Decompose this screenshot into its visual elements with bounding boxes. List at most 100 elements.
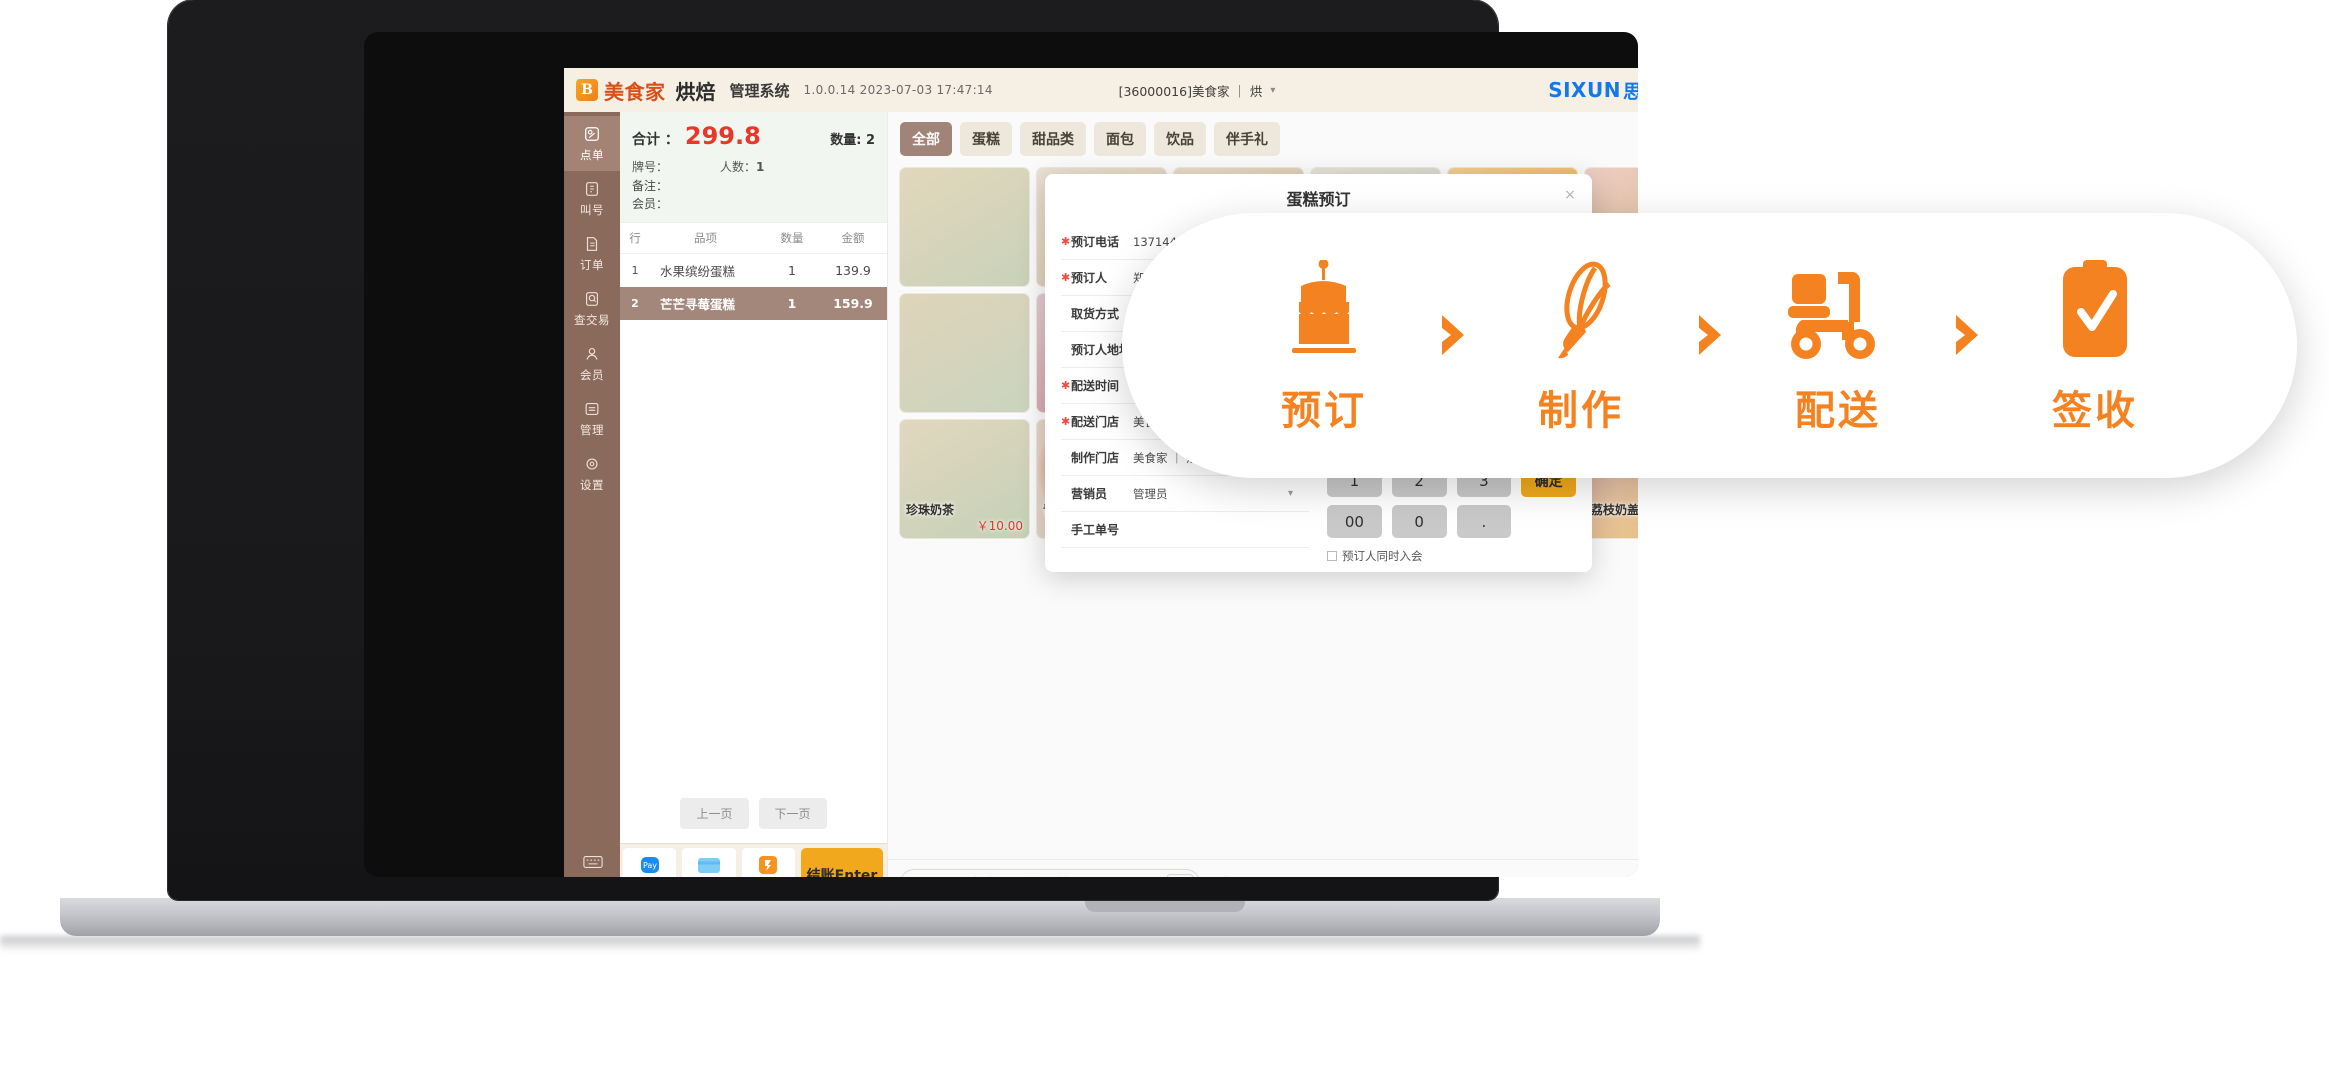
field-label: 手工单号 [1071,523,1120,537]
sidebar-item-member[interactable]: 会员 [564,336,620,391]
keyboard-icon [583,855,603,873]
order-flow-banner: 预订 制作 配送 签收 [1122,213,2297,478]
flow-step-deliver: 配送 [1736,256,1941,436]
whisk-icon [1533,256,1629,364]
field-label: 配送时间 [1071,379,1120,393]
card-no-label: 牌号： [632,160,669,174]
chevron-right-icon [1941,312,1993,380]
sixun-pay-icon: Pay [638,856,662,874]
key-double-zero[interactable]: 00 [1327,505,1382,538]
column-amount: 金额 [841,230,865,245]
laptop-shadow [0,936,1700,952]
prev-page-button[interactable]: 上一页 [680,798,749,829]
stored-value-card-icon [697,856,721,874]
settings-gear-icon [583,455,601,473]
column-index: 行 [629,230,641,245]
checkout-button[interactable]: 结账Enter [800,848,883,877]
row-amount: 159.9 [833,295,873,311]
modal-title: 蛋糕预订 [1286,190,1351,209]
sidebar-item-orders[interactable]: 订单 [564,226,620,281]
required-marker: ✱ [1061,235,1071,248]
flow-step-label: 签收 [2052,387,2138,434]
sidebar-item-search-transaction[interactable]: 查交易 [564,281,620,336]
orders-icon [583,235,601,253]
required-marker: ✱ [1061,415,1071,428]
table-row[interactable]: 2 芒芒寻莓蛋糕 1 159.9 [620,286,887,320]
next-page-button[interactable]: 下一页 [758,798,827,829]
row-index: 1 [631,263,639,277]
field-value: 管理员 [1133,486,1168,501]
store-selector[interactable]: [36000016]美食家 ｜ 烘 ▾ [1119,81,1276,100]
row-index: 2 [631,296,639,310]
member-icon [583,345,601,363]
brand-name: 美食家 [604,79,666,104]
chevron-right-icon [1684,312,1736,380]
order-total-value: 299.8 [684,122,761,150]
sidebar-item-label: 叫号 [580,203,604,217]
field-label: 预订电话 [1071,235,1120,249]
flow-step-reserve: 预订 [1222,256,1427,436]
signed-clipboard-icon [2053,256,2137,364]
required-marker: ✱ [1061,271,1071,284]
table-row[interactable]: 1 水果缤纷蛋糕 1 139.9 [620,254,887,287]
row-item-name: 芒芒寻莓蛋糕 [660,296,736,312]
laptop-notch [1084,900,1245,912]
app-logo-icon: B [576,79,598,101]
key-dot[interactable]: . [1456,505,1512,538]
flow-step-label: 预订 [1281,387,1367,434]
people-count: 人数：1 [720,160,765,174]
row-item-name: 水果缤纷蛋糕 [660,263,736,279]
column-qty: 数量 [780,230,804,245]
order-total-row: 合计 ： 299.8 数量: 2 [632,122,875,150]
payment-bar: Pay 思迅Pay 储值卡 [620,843,887,877]
remark-label: 备注： [632,178,669,193]
row-amount: 139.9 [835,262,871,278]
vendor-logo-en: SIXUN [1548,78,1621,102]
sidebar-item-settings[interactable]: 设置 [564,446,620,501]
brand-block: B 美食家 烘焙 管理系统 1.0.0.14 2023-07-03 17:47:… [576,76,993,105]
sidebar-item-order-entry[interactable]: 点单 [564,116,620,171]
sidebar-item-label: 查交易 [574,313,610,327]
left-sidebar: 点单 叫号 订单 查交易 会员 管理 设置 [564,112,620,877]
row-qty: 1 [788,262,796,278]
sidebar-item-management[interactable]: 管理 [564,391,620,446]
payment-stored-value-card[interactable]: 储值卡 [682,848,736,877]
sidebar-item-call-number[interactable]: 叫号 [564,171,620,226]
payment-sixun-pay[interactable]: Pay 思迅Pay [623,848,677,877]
sidebar-item-label: 会员 [580,368,604,382]
system-name: 管理系统 [729,81,790,100]
chevron-down-icon: ▾ [1287,488,1293,499]
checkbox-label: 预订人同时入会 [1342,549,1423,563]
field-label: 制作门店 [1071,451,1120,465]
custom-payment-icon [756,856,780,874]
flow-step-label: 配送 [1795,387,1881,434]
sidebar-item-label: 订单 [580,258,604,272]
call-number-icon [583,180,601,198]
order-total-label: 合计 ： [632,132,679,148]
birthday-cake-icon [1274,256,1374,364]
field-manual-order-no[interactable]: 手工单号 [1061,512,1309,548]
order-panel: 合计 ： 299.8 数量: 2 牌号： 人数：1 备注： 会员： 行 品项 数… [620,112,888,877]
chevron-down-icon: ▾ [1270,84,1276,96]
field-label: 营销员 [1071,487,1108,501]
chevron-right-icon [1427,312,1479,380]
title-bar-controls: SIXUN 思迅 ▾ [1548,77,1638,104]
order-summary: 合计 ： 299.8 数量: 2 牌号： 人数：1 备注： 会员： [620,112,887,222]
laptop-base [60,898,1660,936]
payment-custom[interactable]: 自定义 [741,848,795,877]
sidebar-bottom[interactable]: 退入前台 [570,855,614,877]
brand-sub: 烘焙 [675,79,716,104]
sidebar-item-label: 设置 [580,478,604,492]
field-label: 配送门店 [1071,415,1120,429]
search-transaction-icon [583,290,601,308]
sidebar-item-label: 点单 [580,148,604,162]
key-0[interactable]: 0 [1391,505,1447,538]
close-icon[interactable]: × [1560,185,1580,205]
order-table-header: 行 品项 数量 金额 [620,221,887,254]
order-meta: 牌号： 人数：1 备注： 会员： [632,158,875,214]
sidebar-item-label: 管理 [580,423,604,437]
join-member-checkbox[interactable]: 预订人同时入会 [1327,548,1576,564]
field-salesperson[interactable]: 营销员 管理员 ▾ [1061,476,1309,512]
delivery-scooter-icon [1780,256,1896,364]
member-label: 会员： [632,197,669,212]
